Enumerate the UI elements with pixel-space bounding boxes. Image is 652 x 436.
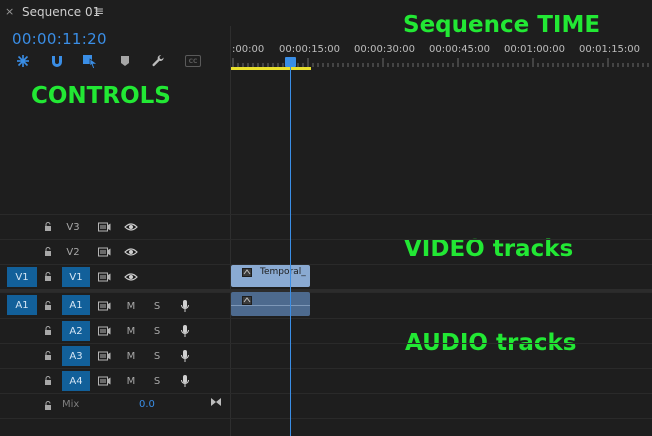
track-lock-icon[interactable] xyxy=(44,376,52,385)
sync-lock-icon[interactable] xyxy=(98,222,111,232)
ruler-label: :00:00 xyxy=(232,44,265,55)
timeline-settings-wrench-icon[interactable] xyxy=(150,53,166,69)
go-to-out-point-icon[interactable] xyxy=(210,397,222,407)
playhead-line[interactable] xyxy=(290,62,291,436)
source-patch-a1[interactable]: A1 xyxy=(7,295,37,315)
playhead-timecode[interactable]: 00:00:11:20 xyxy=(12,30,107,48)
video-clip-name: Temporal_ xyxy=(260,267,306,277)
mix-label: Mix xyxy=(62,399,80,410)
clip-fx-badge-icon xyxy=(242,296,252,305)
ruler-label: 00:00:15:00 xyxy=(279,44,341,55)
track-lock-icon[interactable] xyxy=(44,222,52,231)
nest-sequence-icon[interactable] xyxy=(15,53,31,69)
video-track-v3[interactable]: V3 xyxy=(0,214,652,239)
playhead-handle[interactable] xyxy=(285,57,296,67)
voice-over-mic-icon[interactable] xyxy=(180,324,190,338)
track-lock-icon[interactable] xyxy=(44,272,52,281)
sync-lock-icon[interactable] xyxy=(98,301,111,311)
panel-menu-icon[interactable]: ≡ xyxy=(94,4,104,18)
audio-track-a3[interactable]: A3 M S xyxy=(0,343,652,368)
voice-over-mic-icon[interactable] xyxy=(180,374,190,388)
work-area-bar[interactable] xyxy=(231,67,311,70)
track-name-a1[interactable]: A1 xyxy=(62,295,90,315)
sequence-tab-title[interactable]: Sequence 01 xyxy=(22,5,100,19)
track-name-v2[interactable]: V2 xyxy=(62,242,84,262)
sync-lock-icon[interactable] xyxy=(98,247,111,257)
add-marker-icon[interactable] xyxy=(117,53,133,69)
track-lock-icon[interactable] xyxy=(44,401,52,410)
track-name-a4[interactable]: A4 xyxy=(62,371,90,391)
source-patch-v1[interactable]: V1 xyxy=(7,267,37,287)
ruler-label: 00:00:30:00 xyxy=(354,44,416,55)
audio-mix-track[interactable] xyxy=(0,393,652,419)
toggle-output-eye-icon[interactable] xyxy=(124,272,138,282)
mute-button[interactable]: M xyxy=(124,296,138,316)
ruler-label: 00:01:00:00 xyxy=(504,44,566,55)
track-lock-icon[interactable] xyxy=(44,326,52,335)
track-name-a3[interactable]: A3 xyxy=(62,346,90,366)
track-bottom-border xyxy=(0,418,652,419)
track-name-v1[interactable]: V1 xyxy=(62,267,90,287)
solo-button[interactable]: S xyxy=(150,296,164,316)
sync-lock-icon[interactable] xyxy=(98,326,111,336)
close-tab-icon[interactable]: × xyxy=(5,5,14,18)
toggle-output-eye-icon[interactable] xyxy=(124,222,138,232)
voice-over-mic-icon[interactable] xyxy=(180,349,190,363)
solo-button[interactable]: S xyxy=(150,371,164,391)
solo-button[interactable]: S xyxy=(150,321,164,341)
track-name-a2[interactable]: A2 xyxy=(62,321,90,341)
ruler-label: 00:00:45:00 xyxy=(429,44,491,55)
solo-button[interactable]: S xyxy=(150,346,164,366)
closed-captions-icon[interactable]: CC xyxy=(184,53,202,69)
voice-over-mic-icon[interactable] xyxy=(180,299,190,313)
video-track-v1[interactable]: V1 V1 xyxy=(0,264,652,289)
track-name-v3[interactable]: V3 xyxy=(62,217,84,237)
audio-waveform-baseline xyxy=(231,305,310,306)
clip-fx-badge-icon xyxy=(242,268,252,277)
track-lock-icon[interactable] xyxy=(44,301,52,310)
mix-volume-value[interactable]: 0.0 xyxy=(139,399,155,410)
sequence-time-annotation: Sequence TIME xyxy=(403,12,601,38)
mute-button[interactable]: M xyxy=(124,346,138,366)
track-lock-icon[interactable] xyxy=(44,351,52,360)
ruler-label: 00:01:15:00 xyxy=(579,44,641,55)
sync-lock-icon[interactable] xyxy=(98,272,111,282)
audio-track-a2[interactable]: A2 M S xyxy=(0,318,652,343)
mute-button[interactable]: M xyxy=(124,371,138,391)
snap-magnet-icon[interactable] xyxy=(49,53,65,69)
toggle-output-eye-icon[interactable] xyxy=(124,247,138,257)
audio-track-a1[interactable]: A1 A1 M S xyxy=(0,292,652,319)
linked-selection-icon[interactable] xyxy=(82,53,98,69)
sync-lock-icon[interactable] xyxy=(98,351,111,361)
video-track-v2[interactable]: V2 xyxy=(0,239,652,264)
audio-track-a4[interactable]: A4 M S xyxy=(0,368,652,393)
controls-annotation: CONTROLS xyxy=(31,83,171,109)
sync-lock-icon[interactable] xyxy=(98,376,111,386)
closed-captions-label: CC xyxy=(185,55,201,67)
mute-button[interactable]: M xyxy=(124,321,138,341)
track-lock-icon[interactable] xyxy=(44,247,52,256)
